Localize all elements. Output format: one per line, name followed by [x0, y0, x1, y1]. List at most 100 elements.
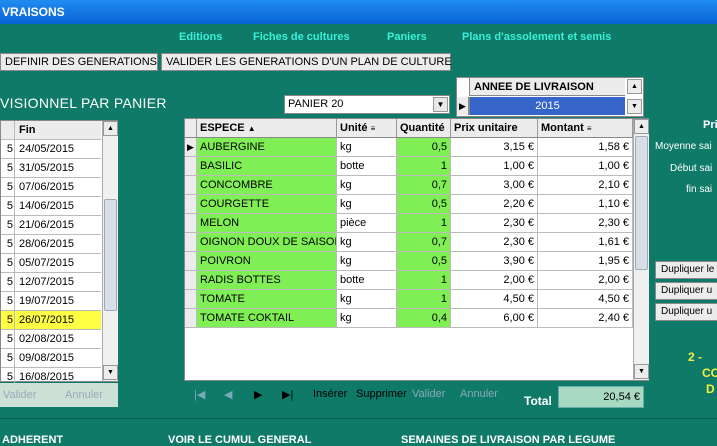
record-selector-icon[interactable]: [185, 252, 197, 271]
cell-prix-unitaire[interactable]: 2,00 €: [451, 271, 538, 290]
cell-prix-unitaire[interactable]: 3,15 €: [451, 138, 538, 157]
cell-prix-unitaire[interactable]: 2,30 €: [451, 233, 538, 252]
scroll-thumb[interactable]: [635, 136, 648, 270]
record-selector-icon[interactable]: ▶: [185, 138, 197, 157]
menu-plans-assolement[interactable]: Plans d'assolement et semis: [462, 31, 611, 43]
annuler-button[interactable]: Annuler: [460, 388, 498, 400]
cell-unite[interactable]: kg: [337, 138, 397, 157]
period-row[interactable]: 5 19/07/2015: [1, 292, 101, 311]
grid-scrollbar[interactable]: ▲ ▼: [633, 119, 649, 380]
menu-editions[interactable]: Editions: [179, 31, 222, 43]
cell-quantite[interactable]: 0,4: [397, 309, 451, 328]
period-row[interactable]: 5 28/06/2015: [1, 235, 101, 254]
cell-prix-unitaire[interactable]: 6,00 €: [451, 309, 538, 328]
period-row[interactable]: 5 24/05/2015: [1, 140, 101, 159]
cell-espece[interactable]: POIVRON: [197, 252, 337, 271]
record-selector-icon[interactable]: [185, 195, 197, 214]
header-quantite[interactable]: Quantité: [397, 119, 451, 138]
cell-unite[interactable]: kg: [337, 309, 397, 328]
period-row[interactable]: 5 05/07/2015: [1, 254, 101, 273]
cell-unite[interactable]: kg: [337, 176, 397, 195]
supprimer-button[interactable]: Supprimer: [356, 388, 407, 400]
cell-prix-unitaire[interactable]: 3,90 €: [451, 252, 538, 271]
prev-record-icon[interactable]: ◀: [224, 388, 232, 401]
grid-row[interactable]: BASILIC botte 1 1,00 €1,00 €: [185, 157, 633, 176]
grid-row[interactable]: RADIS BOTTES botte 1 2,00 €2,00 €: [185, 271, 633, 290]
cell-unite[interactable]: kg: [337, 233, 397, 252]
cell-espece[interactable]: OIGNON DOUX DE SAISON: [197, 233, 337, 252]
scroll-up-icon[interactable]: ▲: [627, 79, 642, 94]
cell-quantite[interactable]: 0,7: [397, 176, 451, 195]
header-prix-unitaire[interactable]: Prix unitaire: [451, 119, 538, 138]
cell-unite[interactable]: pièce: [337, 214, 397, 233]
cell-espece[interactable]: RADIS BOTTES: [197, 271, 337, 290]
grid-row[interactable]: TOMATE COKTAIL kg 0,4 6,00 €2,40 €: [185, 309, 633, 328]
cell-prix-unitaire[interactable]: 2,20 €: [451, 195, 538, 214]
valider-generations-button[interactable]: VALIDER LES GENERATIONS D'UN PLAN DE CUL…: [161, 53, 452, 71]
cell-quantite[interactable]: 1: [397, 271, 451, 290]
scroll-down-icon[interactable]: ▼: [103, 365, 118, 380]
cell-espece[interactable]: BASILIC: [197, 157, 337, 176]
grid-row[interactable]: POIVRON kg 0,5 3,90 €1,95 €: [185, 252, 633, 271]
voir-cumul-general-button[interactable]: VOIR LE CUMUL GENERAL: [168, 434, 311, 446]
cell-quantite[interactable]: 1: [397, 214, 451, 233]
record-selector-icon[interactable]: [185, 271, 197, 290]
record-selector-icon[interactable]: [185, 309, 197, 328]
semaines-livraison-button[interactable]: SEMAINES DE LIVRAISON PAR LEGUME: [401, 434, 615, 446]
record-selector-icon[interactable]: [185, 214, 197, 233]
cell-quantite[interactable]: 1: [397, 290, 451, 309]
periods-annuler-button[interactable]: Annuler: [65, 389, 103, 401]
cell-prix-unitaire[interactable]: 1,00 €: [451, 157, 538, 176]
grid-row[interactable]: MELON pièce 1 2,30 €2,30 €: [185, 214, 633, 233]
cell-quantite[interactable]: 0,5: [397, 138, 451, 157]
cell-unite[interactable]: botte: [337, 157, 397, 176]
annee-livraison-value[interactable]: 2015: [469, 97, 625, 115]
scroll-thumb[interactable]: [104, 199, 117, 311]
record-selector-icon[interactable]: [185, 157, 197, 176]
cell-espece[interactable]: COURGETTE: [197, 195, 337, 214]
scroll-down-icon[interactable]: ▼: [627, 99, 642, 114]
cell-quantite[interactable]: 1: [397, 157, 451, 176]
cell-espece[interactable]: AUBERGINE: [197, 138, 337, 157]
cell-prix-unitaire[interactable]: 3,00 €: [451, 176, 538, 195]
grid-row[interactable]: ▶ AUBERGINE kg 0,5 3,15 €1,58 €: [185, 138, 633, 157]
grid-row[interactable]: COURGETTE kg 0,5 2,20 €1,10 €: [185, 195, 633, 214]
cell-espece[interactable]: CONCOMBRE: [197, 176, 337, 195]
header-unite[interactable]: Unité ≡: [337, 119, 397, 138]
cell-prix-unitaire[interactable]: 4,50 €: [451, 290, 538, 309]
definir-generations-button[interactable]: DEFINIR DES GENERATIONS: [0, 53, 158, 71]
header-montant[interactable]: Montant ≡: [538, 119, 633, 138]
record-selector-icon[interactable]: [185, 176, 197, 195]
period-row[interactable]: 5 12/07/2015: [1, 273, 101, 292]
menu-paniers[interactable]: Paniers: [387, 31, 427, 43]
header-espece[interactable]: ESPECE ▲: [197, 119, 337, 138]
cell-quantite[interactable]: 0,5: [397, 252, 451, 271]
period-row[interactable]: 5 31/05/2015: [1, 159, 101, 178]
scroll-down-icon[interactable]: ▼: [634, 364, 649, 379]
next-record-icon[interactable]: ▶: [254, 388, 262, 401]
chevron-down-icon[interactable]: ▼: [433, 97, 448, 112]
cell-unite[interactable]: kg: [337, 290, 397, 309]
panier-select[interactable]: PANIER 20 ▼: [284, 95, 450, 114]
last-record-icon[interactable]: ▶|: [282, 388, 293, 401]
scroll-up-icon[interactable]: ▲: [103, 121, 118, 136]
record-selector-icon[interactable]: [185, 233, 197, 252]
menu-fiches-cultures[interactable]: Fiches de cultures: [253, 31, 350, 43]
period-row[interactable]: 5 02/08/2015: [1, 330, 101, 349]
inserer-button[interactable]: Insérer: [313, 388, 347, 400]
grid-row[interactable]: TOMATE kg 1 4,50 €4,50 €: [185, 290, 633, 309]
first-record-icon[interactable]: |◀: [194, 388, 205, 401]
dupliquer-button-1[interactable]: Dupliquer le: [655, 261, 717, 279]
cell-quantite[interactable]: 0,5: [397, 195, 451, 214]
valider-button[interactable]: Valider: [412, 388, 445, 400]
cell-espece[interactable]: TOMATE: [197, 290, 337, 309]
grid-row[interactable]: OIGNON DOUX DE SAISON kg 0,7 2,30 €1,61 €: [185, 233, 633, 252]
period-row[interactable]: 5 21/06/2015: [1, 216, 101, 235]
cell-espece[interactable]: MELON: [197, 214, 337, 233]
cell-espece[interactable]: TOMATE COKTAIL: [197, 309, 337, 328]
adherent-label[interactable]: ADHERENT: [2, 434, 63, 446]
cell-unite[interactable]: kg: [337, 195, 397, 214]
period-row[interactable]: 5 09/08/2015: [1, 349, 101, 368]
dupliquer-button-3[interactable]: Dupliquer u: [655, 303, 717, 321]
record-selector-icon[interactable]: [185, 290, 197, 309]
